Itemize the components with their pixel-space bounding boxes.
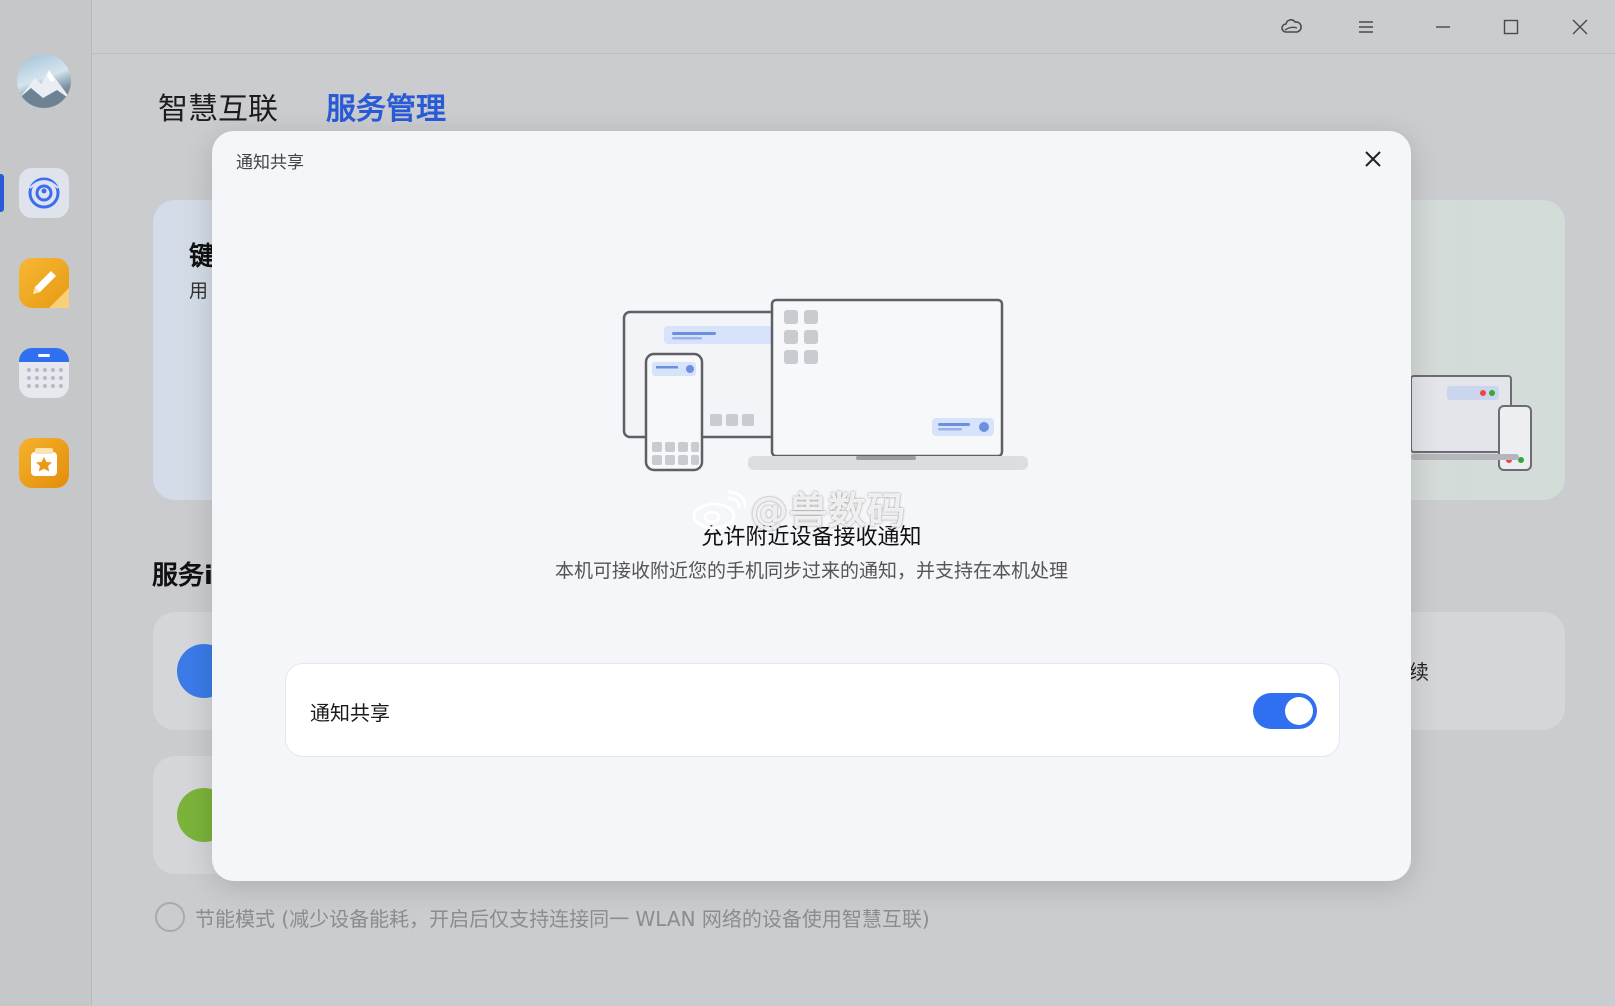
calendar-icon (19, 348, 69, 388)
watermark: @兽数码 (690, 480, 906, 535)
dialog-description: 本机可接收附近您的手机同步过来的通知，并支持在本机处理 (554, 560, 1068, 582)
user-avatar[interactable] (17, 54, 71, 108)
pencil-icon (33, 271, 69, 308)
tab-service-management[interactable]: 服务管理 (326, 84, 446, 128)
section-title-fragment: 服务i (152, 561, 213, 591)
cloud-icon[interactable] (1278, 14, 1304, 40)
tab-smart-connect[interactable]: 智慧互联 (158, 84, 278, 128)
dialog-close-button[interactable] (1359, 145, 1387, 173)
star-folder-icon (31, 448, 57, 476)
watermark-text: @兽数码 (750, 489, 907, 533)
minimize-icon[interactable] (1430, 14, 1456, 40)
close-icon (1365, 151, 1381, 167)
menu-icon[interactable] (1353, 14, 1379, 40)
devices-illustration-small (1411, 375, 1532, 471)
devices-illustration (622, 298, 1028, 472)
notification-sharing-toggle[interactable] (1253, 693, 1317, 729)
sidebar-app-favorites[interactable] (19, 438, 69, 488)
sidebar (0, 0, 92, 1006)
power-saving-label: 节能模式 (减少设备能耗，开启后仅支持连接同一 WLAN 网络的设备使用智慧互联… (195, 907, 930, 931)
notification-sharing-setting: 通知共享 (285, 663, 1340, 757)
setting-label: 通知共享 (310, 701, 390, 725)
sidebar-app-smart-connect[interactable] (19, 168, 69, 218)
banner-sub-fragment: 用 (189, 280, 209, 302)
service-card-right-fragment: 续 (1409, 660, 1429, 684)
toggle-knob (1285, 697, 1313, 725)
active-indicator (0, 174, 4, 212)
dialog-title: 通知共享 (236, 153, 304, 173)
titlebar (92, 0, 1615, 54)
power-saving-radio[interactable] (155, 902, 185, 932)
sidebar-app-notes[interactable] (19, 258, 69, 308)
smart-connect-icon (28, 177, 60, 209)
maximize-icon[interactable] (1498, 14, 1524, 40)
sidebar-app-calendar[interactable] (19, 348, 69, 398)
close-icon[interactable] (1567, 14, 1593, 40)
weibo-icon (692, 490, 748, 530)
